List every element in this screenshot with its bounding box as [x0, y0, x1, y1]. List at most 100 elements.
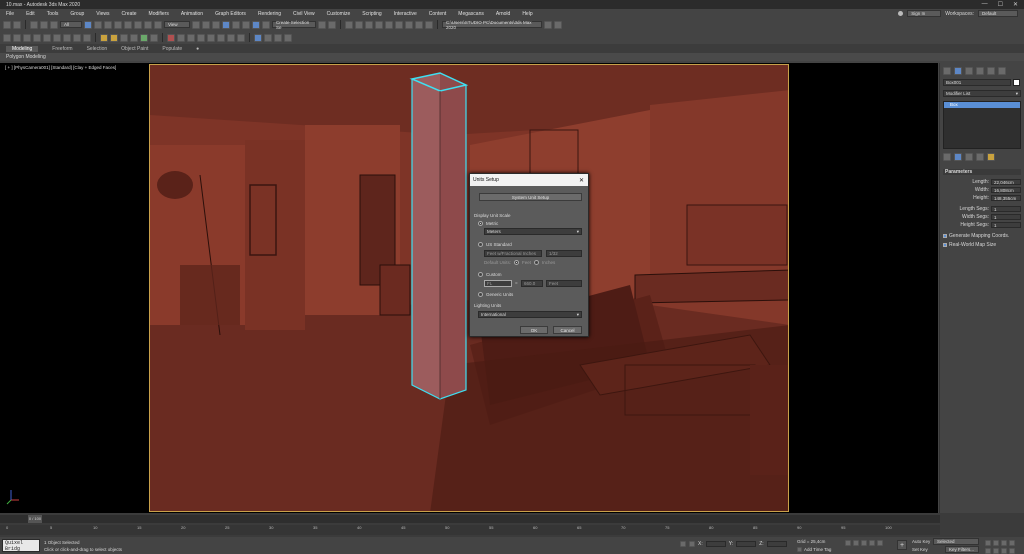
- menu-rendering[interactable]: Rendering: [252, 11, 287, 17]
- ribbon-tab-modeling[interactable]: Modeling: [6, 45, 39, 52]
- minimize-button[interactable]: —: [982, 1, 988, 8]
- remove-modifier-icon[interactable]: [976, 153, 984, 161]
- metric-radio[interactable]: [478, 221, 483, 226]
- length-segs-field[interactable]: 1: [991, 206, 1021, 212]
- camera-icon[interactable]: [120, 33, 128, 42]
- menu-help[interactable]: Help: [516, 11, 538, 17]
- fraction-dropdown[interactable]: 1/32: [546, 250, 582, 257]
- next-frame-icon[interactable]: [869, 540, 875, 546]
- bind-space-warp-icon[interactable]: [50, 20, 58, 29]
- set-key-big-icon[interactable]: +: [897, 540, 907, 550]
- environment-icon[interactable]: [264, 33, 272, 42]
- generic-units-radio[interactable]: [478, 292, 483, 297]
- menu-animation[interactable]: Animation: [175, 11, 209, 17]
- key-selection-dropdown[interactable]: Selected: [933, 538, 979, 545]
- y-coordinate-field[interactable]: [736, 541, 757, 547]
- auto-key-button[interactable]: Auto Key: [912, 539, 930, 544]
- spinner-snap-icon[interactable]: [252, 20, 260, 29]
- link-icon[interactable]: [30, 20, 38, 29]
- sun-icon[interactable]: [110, 33, 118, 42]
- height-segs-field[interactable]: 1: [991, 222, 1021, 228]
- lighting-units-dropdown[interactable]: International ▾: [478, 311, 582, 318]
- go-to-end-icon[interactable]: [877, 540, 883, 546]
- field-of-view-icon[interactable]: [985, 548, 991, 554]
- ribbon-options-icon[interactable]: ●: [196, 46, 199, 52]
- zoom-all-icon[interactable]: [993, 540, 999, 546]
- light-icon[interactable]: [100, 33, 108, 42]
- menu-edit[interactable]: Edit: [20, 11, 41, 17]
- height-field[interactable]: 148,355cm: [991, 195, 1021, 201]
- menu-civil-view[interactable]: Civil View: [287, 11, 321, 17]
- menu-interactive[interactable]: Interactive: [388, 11, 423, 17]
- edit-named-selection-icon[interactable]: [262, 20, 270, 29]
- ribbon-toggle-icon[interactable]: [365, 20, 373, 29]
- ribbon-tab-populate[interactable]: Populate: [162, 46, 182, 52]
- menu-file[interactable]: File: [0, 11, 20, 17]
- select-move-icon[interactable]: [124, 20, 132, 29]
- folder-icon[interactable]: [544, 20, 552, 29]
- width-field[interactable]: 16,808cm: [991, 187, 1021, 193]
- x-coordinate-field[interactable]: [705, 541, 726, 547]
- snaps-toggle-icon[interactable]: [222, 20, 230, 29]
- generate-mapping-checkbox[interactable]: [943, 234, 947, 238]
- set-key-button[interactable]: Set Key: [912, 547, 928, 552]
- schematic-view-icon[interactable]: [385, 20, 393, 29]
- manipulate-icon[interactable]: [202, 20, 210, 29]
- cylinder-icon[interactable]: [23, 33, 31, 42]
- pyramid-icon[interactable]: [83, 33, 91, 42]
- torus-icon[interactable]: [53, 33, 61, 42]
- select-rotate-icon[interactable]: [134, 20, 142, 29]
- us-standard-radio[interactable]: [478, 242, 483, 247]
- object-name-field[interactable]: Box001: [943, 79, 1011, 86]
- key-filters-button[interactable]: Key Filters...: [945, 546, 979, 553]
- material-editor-icon[interactable]: [395, 20, 403, 29]
- pin-stack-icon[interactable]: [943, 153, 951, 161]
- close-icon[interactable]: ✕: [579, 177, 584, 184]
- configure-sets-icon[interactable]: [987, 153, 995, 161]
- time-ruler[interactable]: 0 5 10 15 20 25 30 35 40 45 50 55 60 65 …: [0, 525, 940, 535]
- modify-tab-icon[interactable]: [954, 67, 962, 75]
- feet-radio[interactable]: [514, 260, 520, 265]
- symmetry-icon[interactable]: [217, 33, 225, 42]
- menu-modifiers[interactable]: Modifiers: [143, 11, 175, 17]
- workspace-dropdown[interactable]: Default: [978, 10, 1018, 17]
- menu-group[interactable]: Group: [64, 11, 90, 17]
- named-selection-dropdown[interactable]: Create Selection Se: [272, 20, 316, 30]
- zoom-extents-all-icon[interactable]: [1009, 540, 1015, 546]
- rectangular-selection-icon[interactable]: [104, 20, 112, 29]
- tube-icon[interactable]: [73, 33, 81, 42]
- previous-frame-icon[interactable]: [853, 540, 859, 546]
- utilities-tab-icon[interactable]: [998, 67, 1006, 75]
- motion-tab-icon[interactable]: [976, 67, 984, 75]
- pan-icon[interactable]: [993, 548, 999, 554]
- menu-create[interactable]: Create: [116, 11, 143, 17]
- polygon-modeling-label[interactable]: Polygon Modeling: [6, 54, 46, 60]
- scene-explorer-icon[interactable]: [355, 20, 363, 29]
- ribbon-tab-freeform[interactable]: Freeform: [52, 46, 72, 52]
- length-field[interactable]: 22,046cm: [991, 179, 1021, 185]
- display-tab-icon[interactable]: [987, 67, 995, 75]
- select-scale-icon[interactable]: [144, 20, 152, 29]
- menu-arnold[interactable]: Arnold: [490, 11, 516, 17]
- select-object-icon[interactable]: [84, 20, 92, 29]
- inches-radio[interactable]: [534, 260, 540, 265]
- sign-in-dropdown[interactable]: Sign In: [907, 10, 942, 17]
- box-icon[interactable]: [13, 33, 21, 42]
- hierarchy-tab-icon[interactable]: [965, 67, 973, 75]
- bend-icon[interactable]: [227, 33, 235, 42]
- z-coordinate-field[interactable]: [766, 541, 787, 547]
- space-warp-icon[interactable]: [140, 33, 148, 42]
- menu-megascans[interactable]: Megascans: [452, 11, 490, 17]
- us-units-dropdown[interactable]: Feet w/Fractional Inches: [484, 250, 542, 257]
- ribbon-tab-object-paint[interactable]: Object Paint: [121, 46, 148, 52]
- percent-snap-icon[interactable]: [242, 20, 250, 29]
- settings-icon[interactable]: [274, 33, 282, 42]
- absolute-mode-icon[interactable]: [689, 541, 695, 547]
- make-unique-icon[interactable]: [965, 153, 973, 161]
- lock-selection-icon[interactable]: [680, 541, 686, 547]
- metric-units-dropdown[interactable]: Meters ▾: [484, 228, 582, 235]
- time-slider-track[interactable]: 0 / 100: [0, 515, 940, 523]
- show-end-result-icon[interactable]: [954, 153, 962, 161]
- menu-tools[interactable]: Tools: [41, 11, 65, 17]
- menu-customize[interactable]: Customize: [321, 11, 357, 17]
